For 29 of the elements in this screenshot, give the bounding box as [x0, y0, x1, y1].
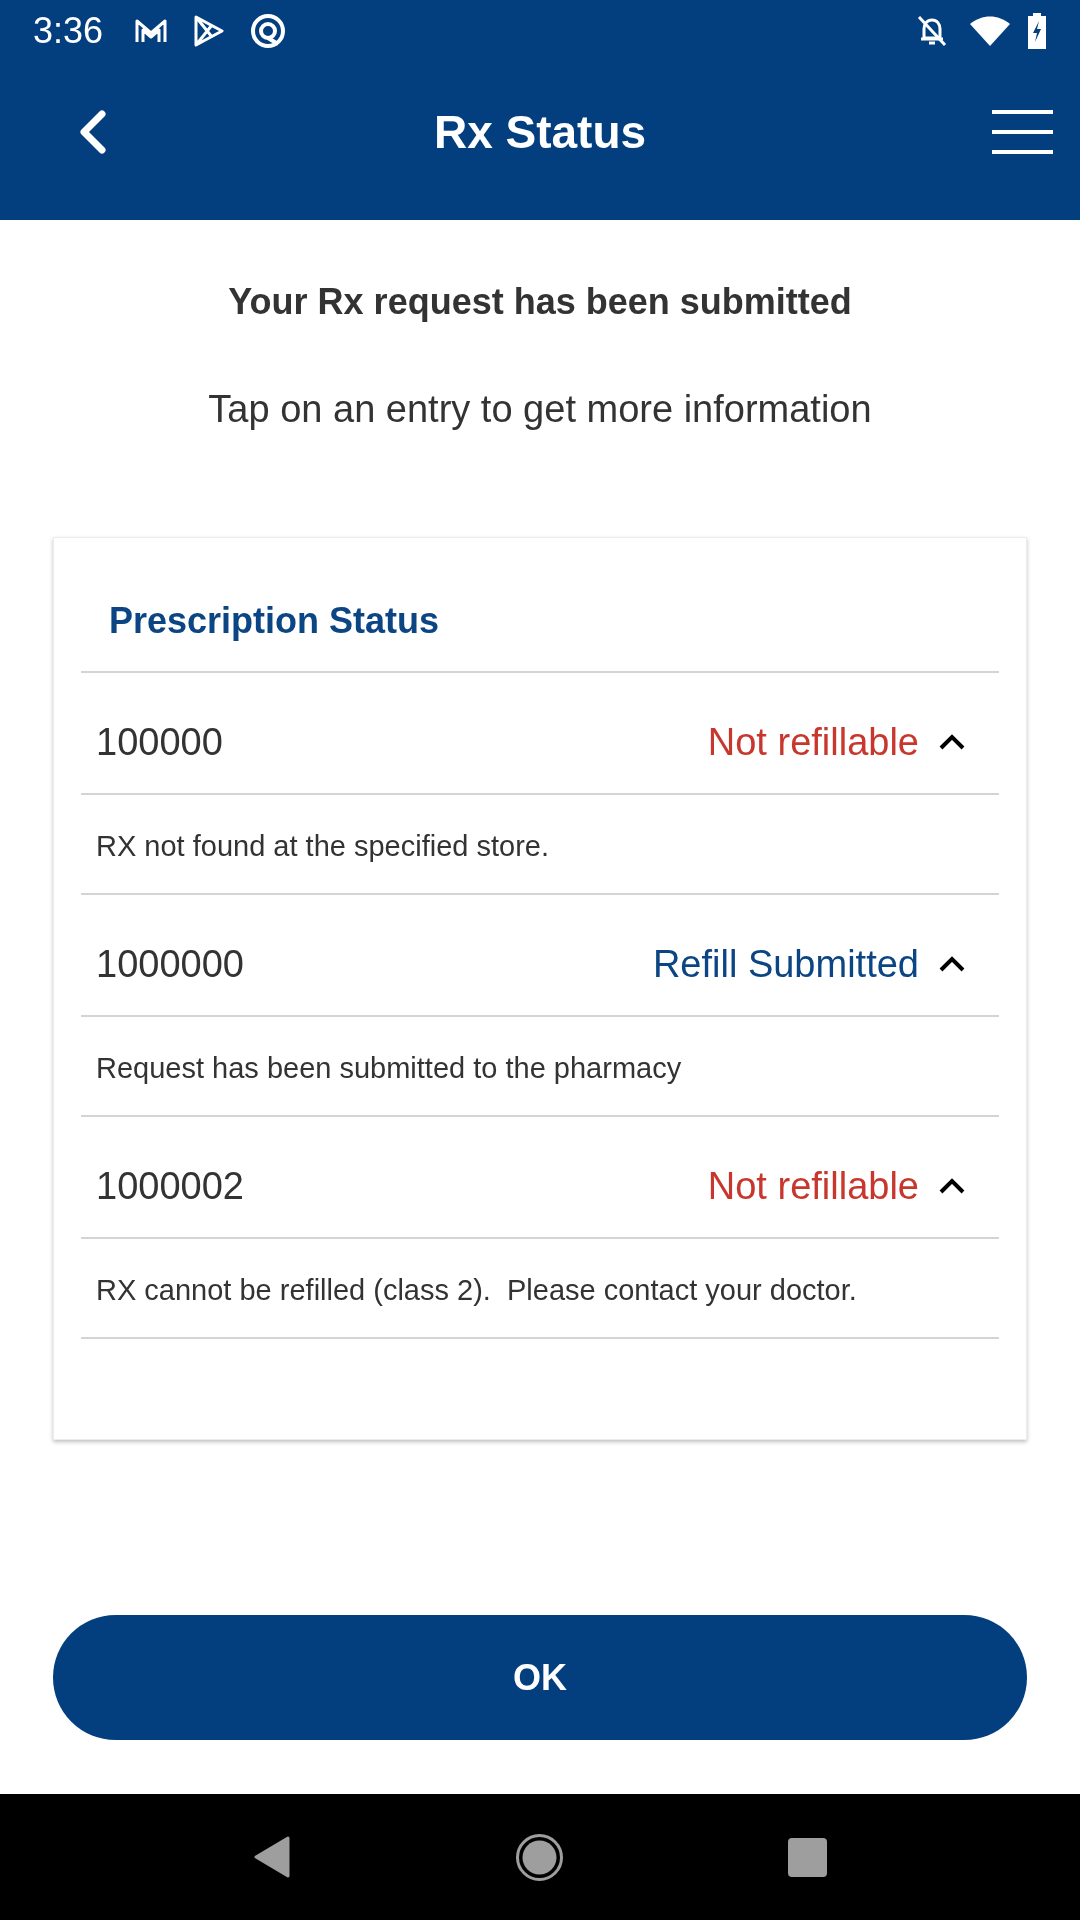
chevron-up-icon[interactable] — [939, 956, 965, 972]
chevron-up-icon[interactable] — [939, 1178, 965, 1194]
home-icon[interactable] — [516, 1833, 563, 1881]
rx-number: 1000000 — [96, 942, 244, 987]
bell-off-icon — [916, 14, 948, 48]
status-detail: RX not found at the specified store. — [96, 829, 549, 864]
recents-icon[interactable] — [788, 1837, 828, 1877]
status-label: Refill Submitted — [652, 942, 919, 987]
status-label: Not refillable — [707, 720, 919, 765]
back-icon[interactable] — [77, 110, 107, 154]
nav-back-icon[interactable] — [252, 1836, 291, 1878]
status-label: Not refillable — [707, 1164, 919, 1209]
ring-icon — [250, 13, 287, 49]
card-title: Prescription Status — [109, 600, 440, 641]
battery-charging-icon — [1026, 13, 1048, 49]
ok-button[interactable]: OK — [53, 1615, 1027, 1740]
instruction-text: Tap on an entry to get more information — [207, 387, 873, 432]
page-title: Rx Status — [433, 105, 647, 160]
play-icon — [194, 15, 225, 47]
chevron-up-icon[interactable] — [939, 734, 965, 750]
menu-icon[interactable] — [992, 110, 1053, 154]
mail-icon — [134, 18, 169, 44]
rx-number: 100000 — [96, 720, 223, 765]
confirmation-heading: Your Rx request has been submitted — [227, 280, 853, 324]
status-time: 3:36 — [33, 11, 104, 51]
status-detail: Request has been submitted to the pharmacy — [96, 1051, 682, 1086]
rx-number: 1000002 — [96, 1164, 244, 1209]
wifi-icon — [970, 16, 1010, 46]
status-detail: RX cannot be refilled (class 2). Please contact your doctor. — [96, 1273, 857, 1308]
